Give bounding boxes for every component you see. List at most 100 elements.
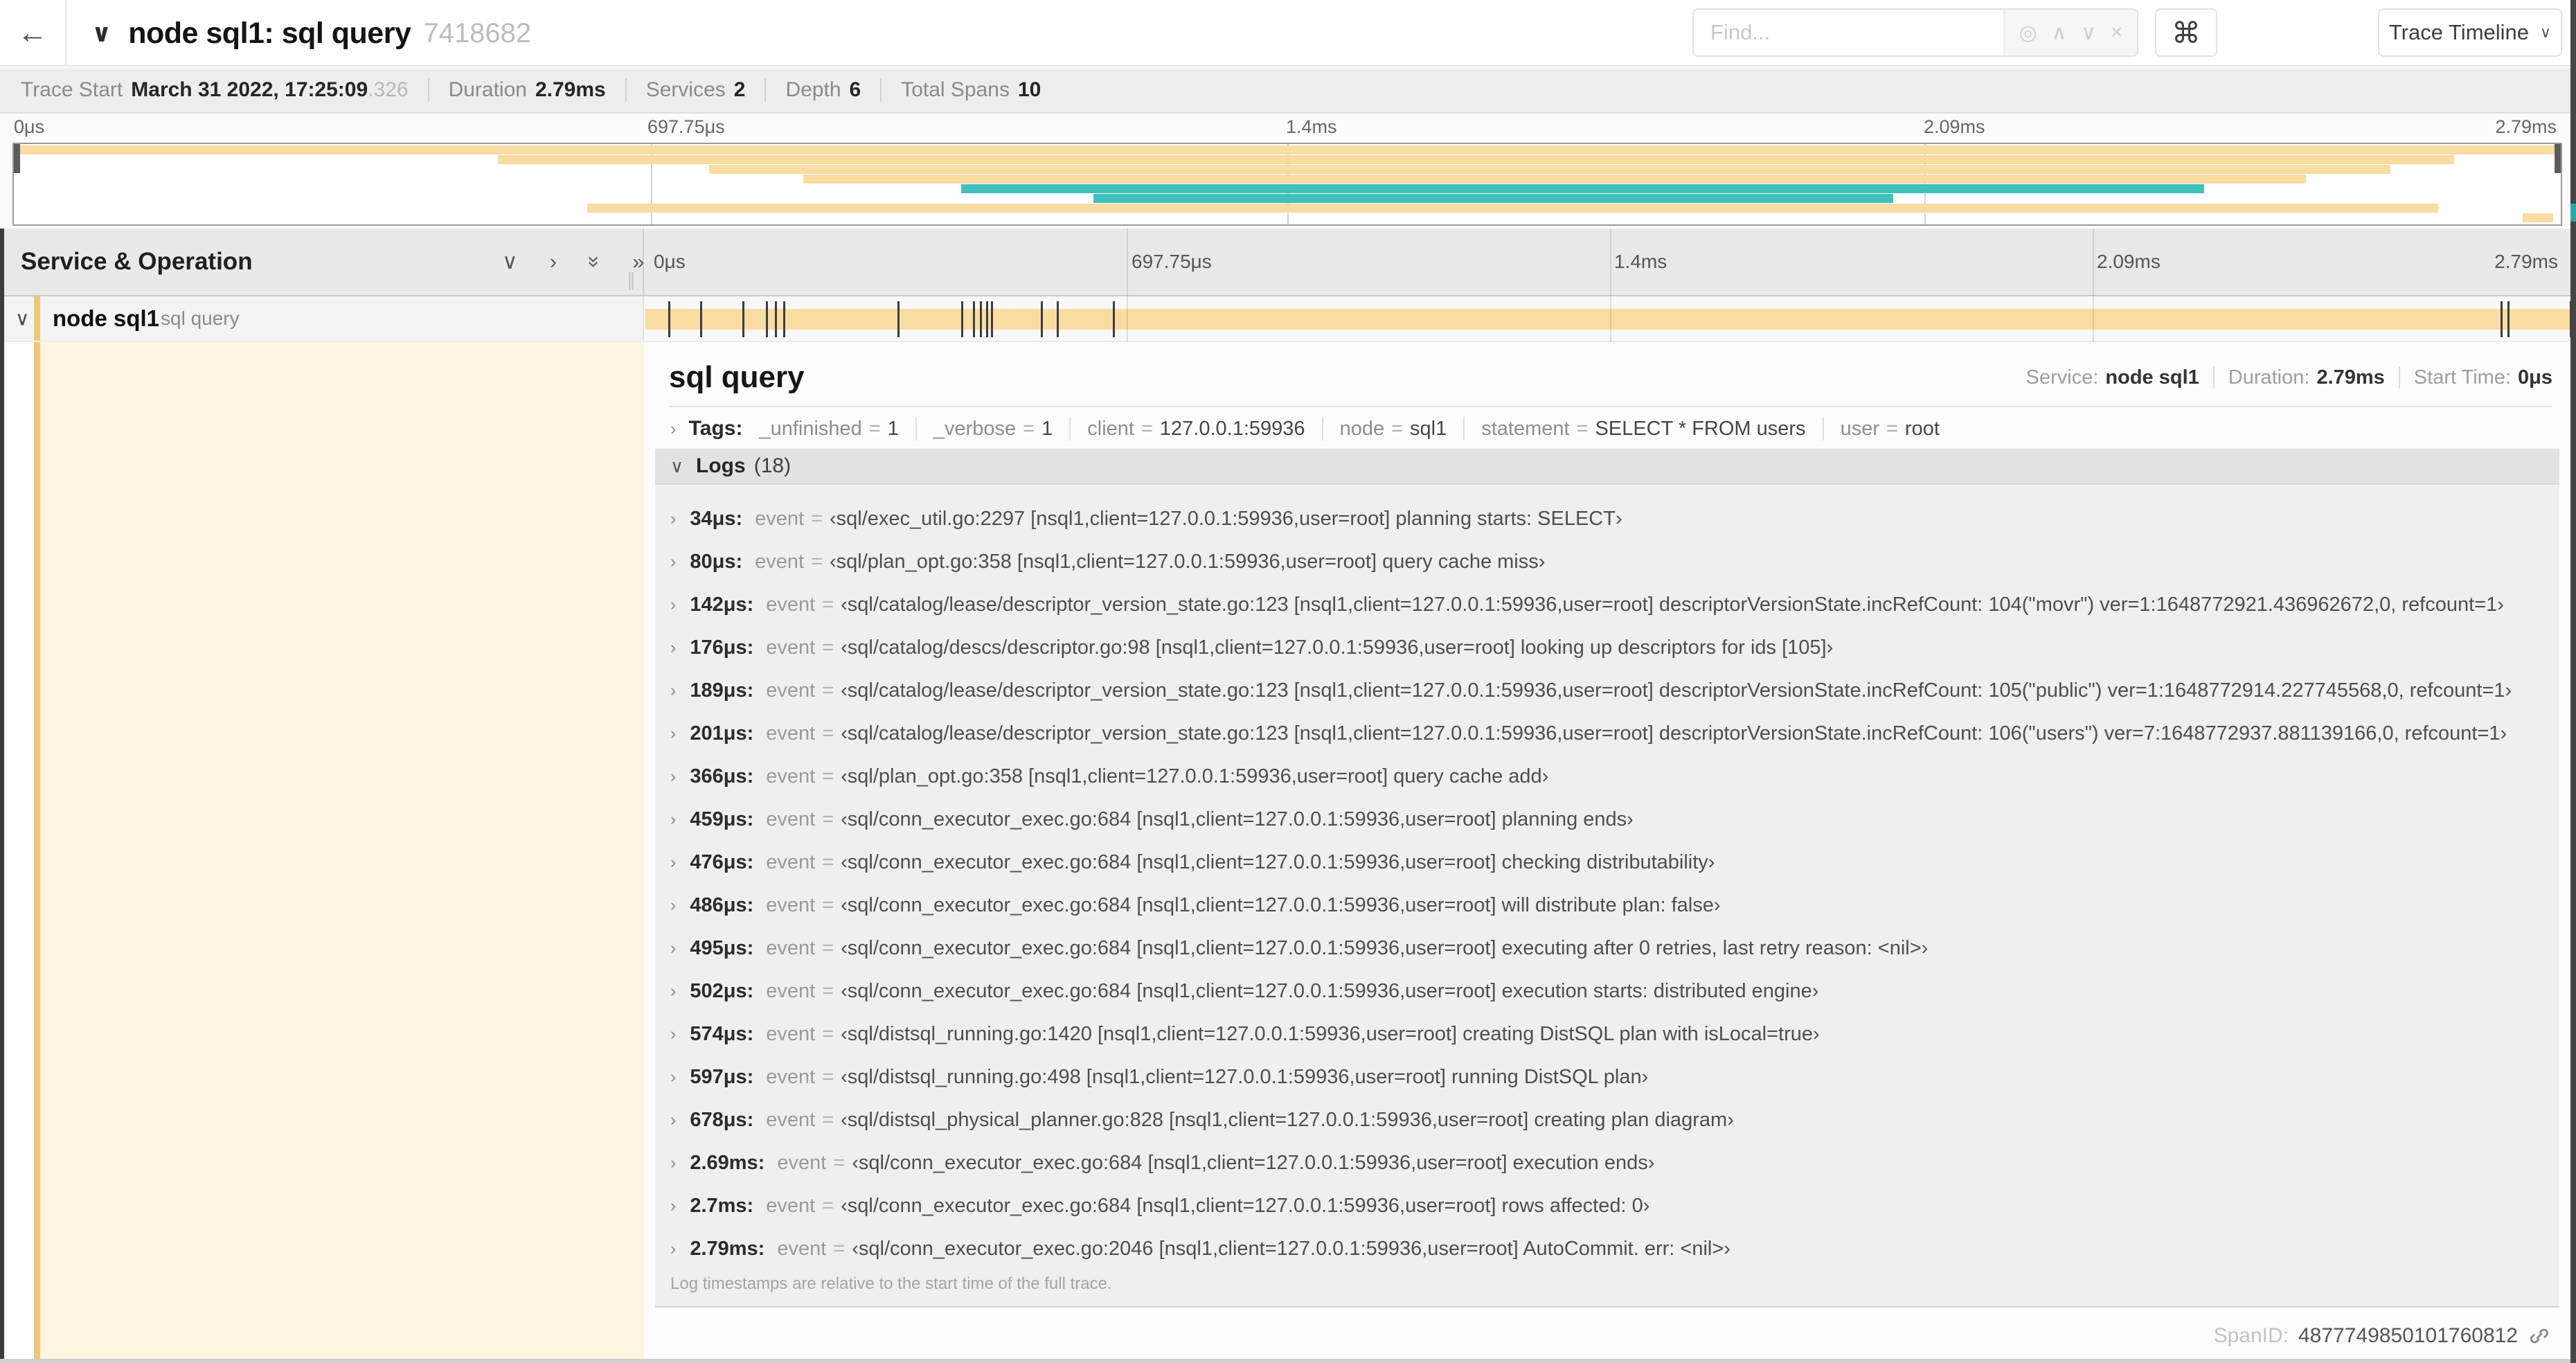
trace-summary-item: Services 2 [646,78,746,102]
tags-row[interactable]: › Tags: _unfinished = 1 _verbose = 1 client = 12… [644,407,2570,440]
log-field-value: ‹sql/conn_executor_exec.go:684 [nsql1,cl… [852,1151,1655,1174]
minimap-span-bar [587,204,2439,213]
column-resize-grip[interactable]: ∥ [627,269,636,291]
tag-item[interactable]: client = 127.0.0.1:59936 [1087,418,1305,440]
log-marker [1112,301,1115,337]
log-field-name: event [766,979,816,1002]
log-row[interactable]: › 189μs: event = ‹sql/catalog/lease/descript… [655,669,2559,712]
equals-sign: = [822,1022,834,1045]
minimap-span-bar [803,175,2307,184]
minimap-scrubber-left[interactable] [14,144,20,173]
equals-sign: = [811,550,823,573]
span-duration-bar[interactable] [645,309,2570,330]
log-field-value: ‹sql/distsql_running.go:1420 [nsql1,clie… [841,1022,1820,1045]
collapse-trace-icon[interactable]: ∨ [91,19,111,48]
service-value: node sql1 [2105,366,2199,389]
log-row[interactable]: › 597μs: event = ‹sql/distsql_running.go:498… [655,1055,2559,1098]
minimap-canvas[interactable] [12,143,2562,226]
log-row[interactable]: › 2.7ms: event = ‹sql/conn_executor_exec.go:… [655,1184,2559,1227]
expand-one-icon[interactable]: › [550,249,557,274]
log-row[interactable]: › 486μs: event = ‹sql/conn_executor_exec.go:… [655,884,2559,927]
minimap-span-bar [497,155,2454,164]
tag-item[interactable]: statement = SELECT * FROM users [1481,418,1805,440]
minimap-scrubber-right[interactable] [2555,144,2561,173]
log-row[interactable]: › 366μs: event = ‹sql/plan_opt.go:358 [nsql1… [655,755,2559,798]
collapse-one-icon[interactable]: ∨ [502,249,518,274]
tag-item[interactable]: _verbose = 1 [933,418,1053,440]
log-row[interactable]: › 176μs: event = ‹sql/catalog/descs/descript… [655,626,2559,669]
log-row[interactable]: › 142μs: event = ‹sql/catalog/lease/descript… [655,583,2559,626]
equals-sign: = [822,1108,834,1131]
divider [1463,417,1465,440]
log-row[interactable]: › 502μs: event = ‹sql/conn_executor_exec.go:… [655,970,2559,1013]
trace-summary-item: Depth 6 [785,78,861,102]
equals-sign: = [833,1237,846,1260]
summary-value: March 31 2022, 17:25:09 [131,78,368,101]
locate-icon[interactable]: ◎ [2019,21,2037,45]
minimap-tick-label: 2.79ms [2495,116,2557,137]
tag-key: statement [1481,417,1570,440]
summary-value: 2 [733,78,746,101]
log-row[interactable]: › 495μs: event = ‹sql/conn_executor_exec.go:… [655,927,2559,970]
equals-sign: = [1391,417,1404,440]
log-row[interactable]: › 34μs: event = ‹sql/exec_util.go:2297 [nsql… [655,497,2559,540]
log-field-value: ‹sql/conn_executor_exec.go:2046 [nsql1,c… [852,1237,1730,1260]
collapse-all-icon[interactable]: » [582,256,607,267]
clear-search-icon[interactable]: × [2111,21,2123,44]
view-selector-button[interactable]: Trace Timeline ∨ [2378,8,2562,57]
log-field-name: event [766,722,816,745]
log-row[interactable]: › 459μs: event = ‹sql/conn_executor_exec.go:… [655,798,2559,841]
span-row: ∨ node sql1 sql query [0,296,2576,342]
log-marker [2501,301,2503,337]
timeline-tick-label: 2.79ms [2494,251,2558,272]
chevron-down-icon: ∨ [670,455,684,476]
duration-value: 2.79ms [2316,366,2385,389]
tag-key: client [1087,417,1134,440]
find-controls: ◎ ∧ ∨ × [2003,10,2137,55]
divider [915,417,917,440]
deep-link-icon[interactable] [2528,1324,2551,1348]
tag-item[interactable]: user = root [1841,418,1940,440]
log-row[interactable]: › 574μs: event = ‹sql/distsql_running.go:142… [655,1013,2559,1055]
equals-sign: = [822,1194,834,1217]
log-row[interactable]: › 80μs: event = ‹sql/plan_opt.go:358 [nsql1,… [655,540,2559,583]
trace-id: 7418682 [423,17,532,48]
logs-list: › 34μs: event = ‹sql/exec_util.go:2297 [nsql… [655,485,2559,1270]
minimap-span-bar [1093,194,1894,203]
log-row[interactable]: › 201μs: event = ‹sql/catalog/lease/descript… [655,712,2559,755]
log-timestamp: 176μs: [690,636,754,659]
summary-value: 10 [1017,78,1041,101]
log-field-name: event [766,679,816,702]
detail-left-gutter [4,342,34,1359]
next-result-icon[interactable]: ∨ [2081,21,2096,45]
span-name-cell[interactable]: ∨ node sql1 sql query [0,296,644,341]
keyboard-shortcuts-button[interactable]: ⌘ [2155,8,2217,57]
equals-sign: = [822,593,834,616]
prev-result-icon[interactable]: ∧ [2052,21,2067,45]
log-row[interactable]: › 678μs: event = ‹sql/distsql_physical_plann… [655,1098,2559,1141]
log-marker [1040,301,1043,337]
log-field-name: event [755,550,805,573]
chevron-right-icon: › [670,723,677,743]
equals-sign: = [1023,417,1035,440]
tag-item[interactable]: _unfinished = 1 [759,418,898,440]
find-input[interactable] [1694,10,2003,55]
back-button[interactable]: ← [0,0,66,66]
equals-sign: = [833,1151,846,1174]
log-row[interactable]: › 2.69ms: event = ‹sql/conn_executor_exec.go… [655,1141,2559,1184]
log-field-value: ‹sql/catalog/lease/descriptor_version_st… [841,593,2504,616]
tag-item[interactable]: node = sql1 [1340,418,1447,440]
divider [427,78,429,102]
equals-sign: = [822,936,834,959]
tag-value: 1 [1041,417,1053,440]
summary-value: 2.79ms [535,78,606,101]
log-row[interactable]: › 476μs: event = ‹sql/conn_executor_exec.go:… [655,841,2559,884]
duration-label: Duration: [2228,366,2310,389]
timeline-tick-label: 697.75μs [1132,251,1212,272]
tag-key: _verbose [933,417,1017,440]
log-field-value: ‹sql/conn_executor_exec.go:684 [nsql1,cl… [841,979,1819,1002]
chevron-right-icon: › [670,637,677,657]
span-collapse-icon[interactable]: ∨ [15,308,30,330]
log-row[interactable]: › 2.79ms: event = ‹sql/conn_executor_exec.go… [655,1227,2559,1270]
logs-header[interactable]: ∨ Logs (18) [655,449,2559,485]
